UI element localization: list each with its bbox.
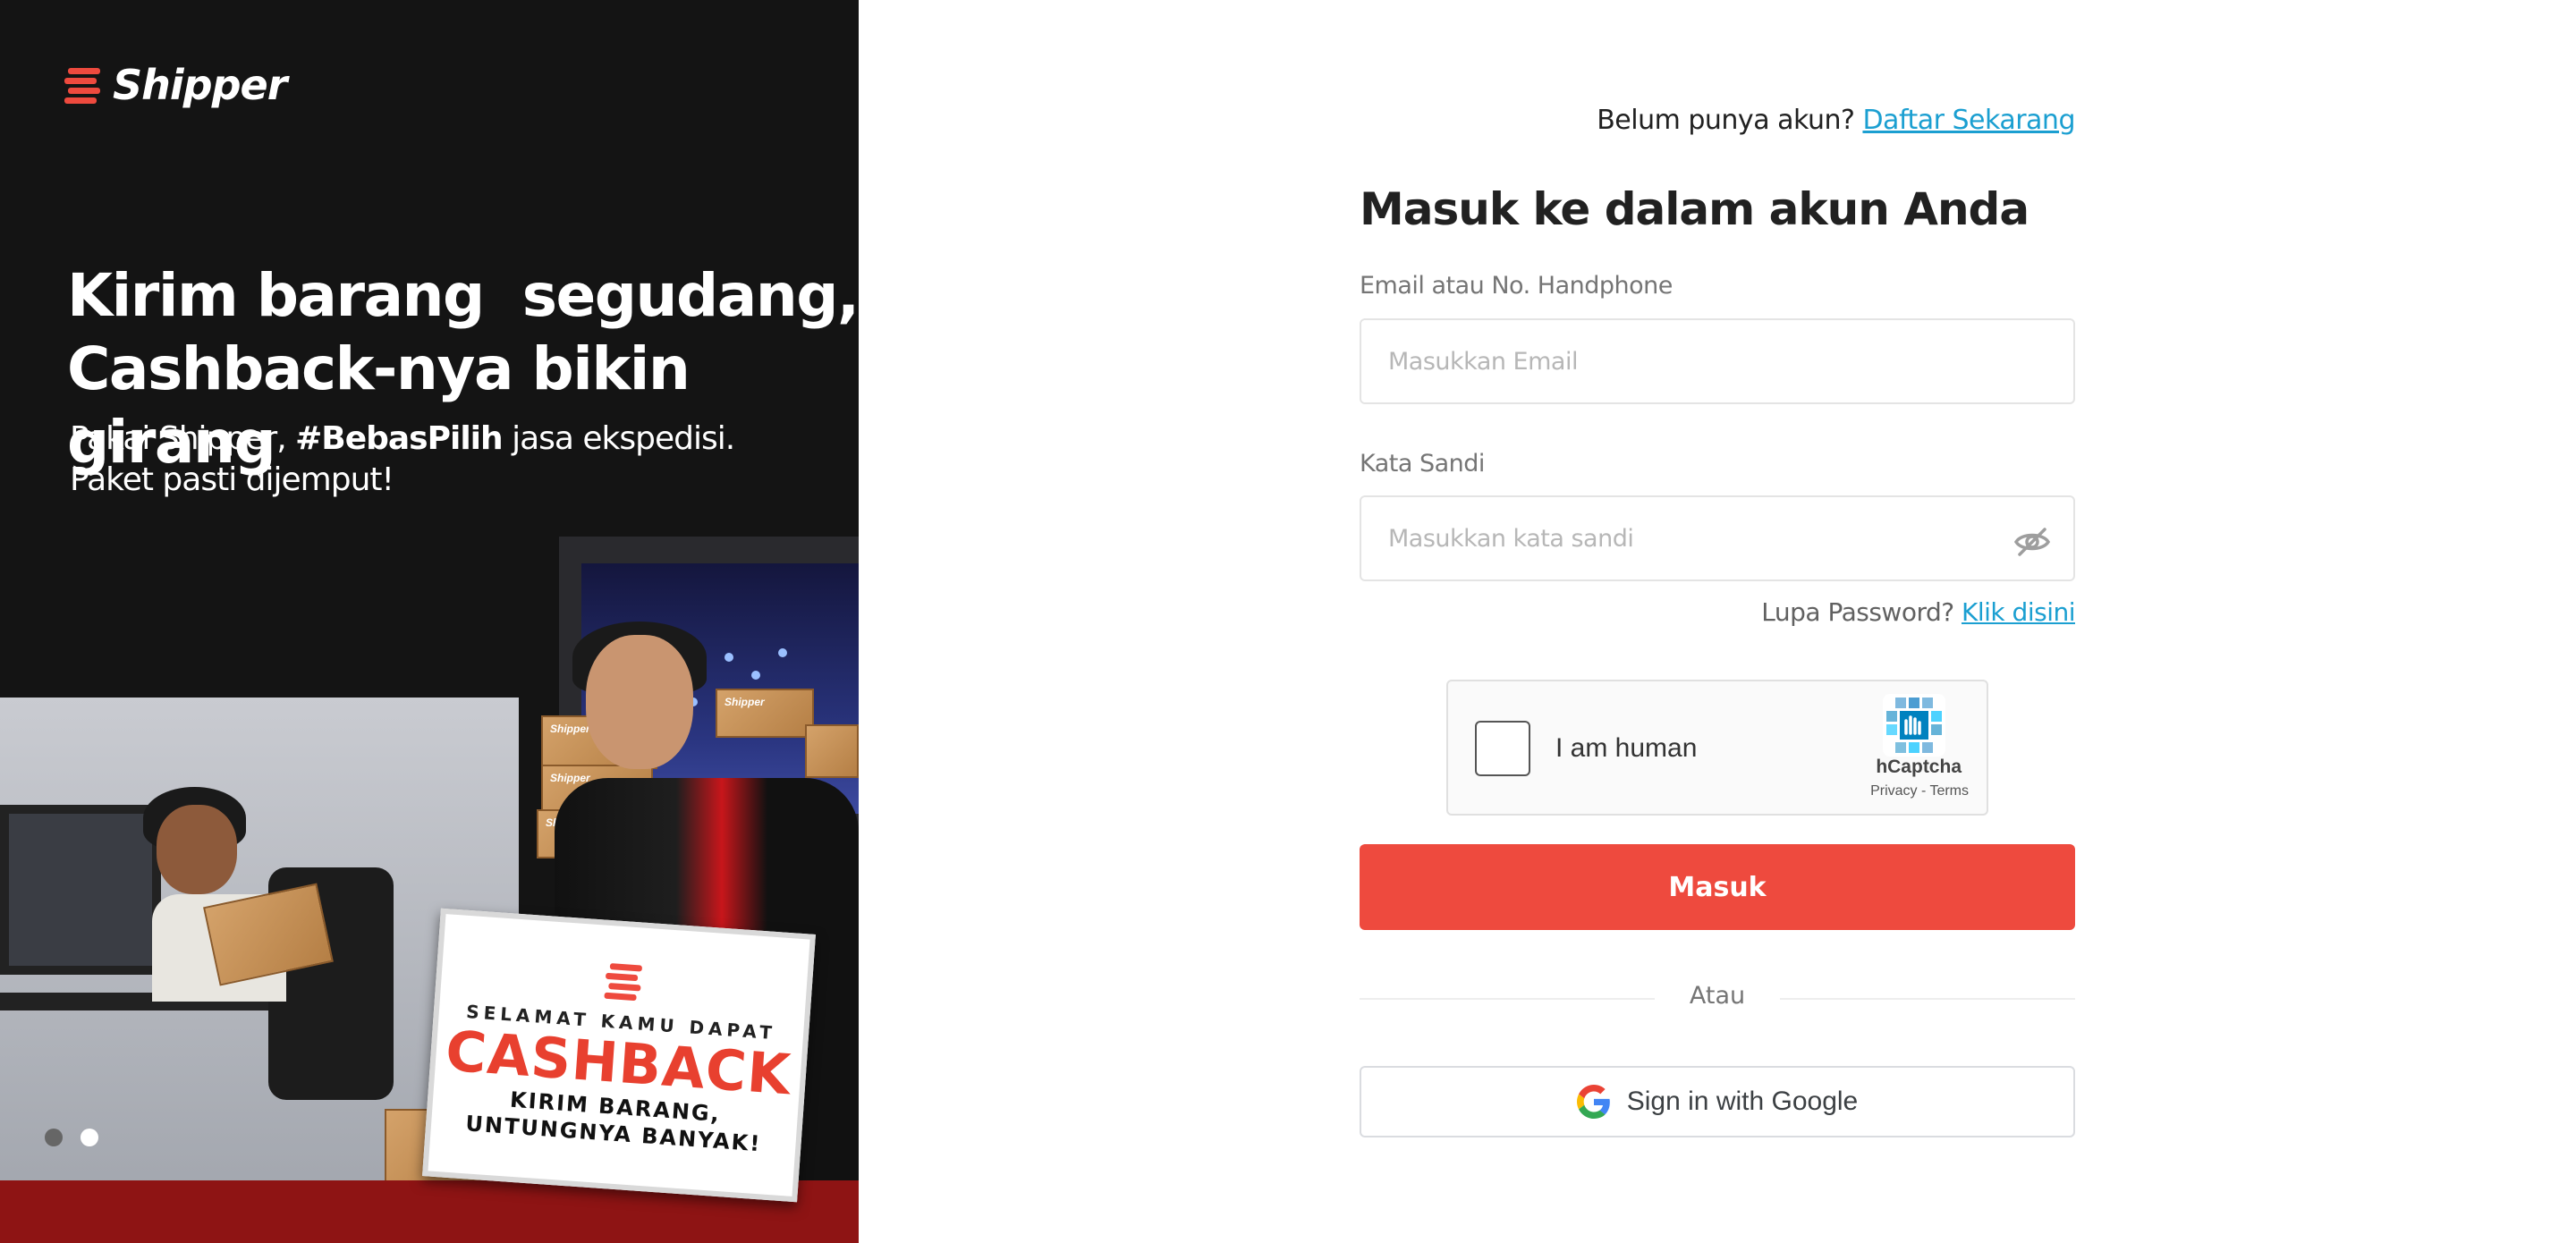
captcha-brand: hCaptcha: [1876, 757, 1962, 777]
hcaptcha-logo-icon: [1883, 694, 1945, 757]
headline-line-1: Kirim barang segudang,: [67, 261, 859, 330]
google-signin-label: Sign in with Google: [1626, 1087, 1859, 1116]
email-input[interactable]: [1360, 318, 2075, 404]
password-label: Kata Sandi: [1360, 450, 1485, 478]
courier-head: [586, 635, 693, 769]
carousel-dot-1[interactable]: [45, 1129, 63, 1146]
promo-illustration: Shipper Shipper Shipper Shipper Shipper …: [0, 537, 859, 1243]
cashback-sign: SELAMAT KAMU DAPAT CASHBACK KIRIM BARANG…: [422, 908, 816, 1203]
captcha-checkbox[interactable]: [1475, 721, 1530, 776]
shipper-logo-icon: [64, 68, 100, 104]
google-g-icon: [1576, 1085, 1610, 1119]
hcaptcha-widget: I am human hCaptcha Privacy - Terms: [1446, 680, 1988, 816]
subtitle-suffix: jasa ekspedisi.: [502, 420, 735, 457]
carousel-dot-2[interactable]: [80, 1129, 98, 1146]
google-signin-button[interactable]: Sign in with Google: [1360, 1066, 2075, 1137]
password-input[interactable]: [1360, 495, 2075, 581]
shipper-logo[interactable]: Shipper: [61, 61, 287, 109]
subtitle-line-2: Paket pasti dijemput!: [70, 461, 394, 498]
page-title: Masuk ke dalam akun Anda: [1360, 183, 2029, 235]
eye-slash-icon[interactable]: [2012, 522, 2052, 562]
person-head: [157, 805, 237, 894]
subtitle-hashtag: #BebasPilih: [295, 420, 504, 457]
logo-wordmark: Shipper: [113, 61, 287, 109]
captcha-label: I am human: [1555, 733, 1698, 763]
email-label: Email atau No. Handphone: [1360, 272, 1673, 300]
forgot-prompt: Lupa Password?: [1761, 597, 1954, 627]
carousel-dots: [45, 1129, 98, 1146]
login-form: Belum punya akun? Daftar Sekarang Masuk …: [1360, 0, 2075, 1243]
desk-monitor: [0, 805, 161, 975]
promo-subtitle: Pakai Shipper, #BebasPilih jasa ekspedis…: [70, 419, 857, 501]
register-prompt: Belum punya akun? Daftar Sekarang: [1597, 105, 2075, 136]
box-stack: Shipper: [716, 689, 814, 738]
promo-panel: Shipper Kirim barang segudang, Cashback-…: [0, 0, 859, 1243]
subtitle-prefix: Pakai Shipper,: [70, 420, 296, 457]
box-stack: [805, 724, 859, 778]
register-prompt-text: Belum punya akun?: [1597, 105, 1855, 136]
divider-label: Atau: [1655, 982, 1780, 1010]
captcha-links[interactable]: Privacy - Terms: [1870, 783, 1969, 799]
shipper-logo-icon: [604, 963, 642, 1001]
login-button[interactable]: Masuk: [1360, 844, 2075, 930]
forgot-password: Lupa Password? Klik disini: [1761, 597, 2075, 627]
forgot-password-link[interactable]: Klik disini: [1962, 597, 2075, 627]
register-link[interactable]: Daftar Sekarang: [1862, 105, 2075, 136]
